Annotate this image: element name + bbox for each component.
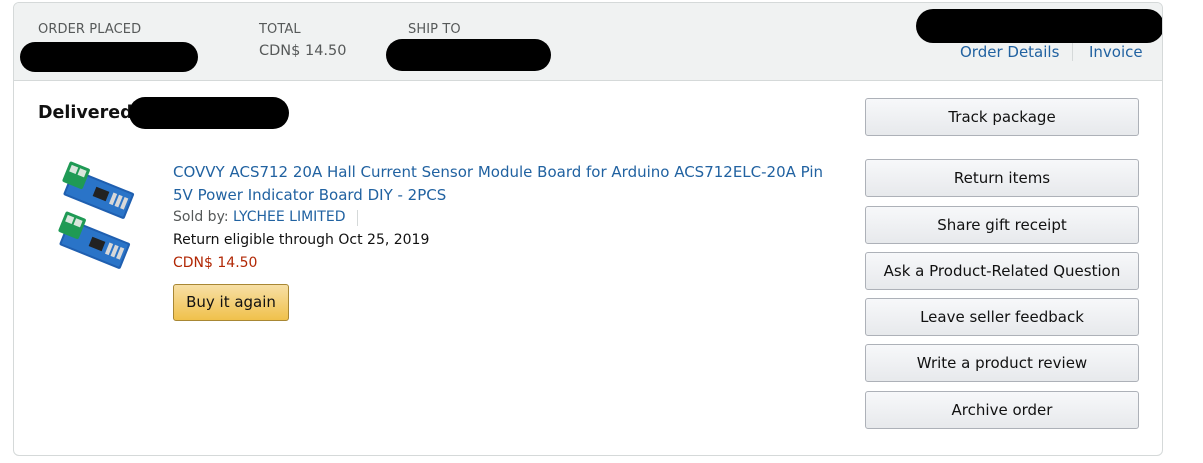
delivery-status-title: Delivered [38, 103, 133, 123]
sold-by-divider [357, 210, 358, 226]
product-title-link[interactable]: COVVY ACS712 20A Hall Current Sensor Mod… [173, 161, 843, 207]
total-value: CDN$ 14.50 [259, 43, 347, 59]
order-details-link[interactable]: Order Details [960, 43, 1059, 61]
ask-question-button[interactable]: Ask a Product-Related Question [865, 252, 1139, 290]
redacted-order-number [916, 9, 1162, 43]
redacted-ship-to [386, 39, 551, 71]
return-eligibility: Return eligible through Oct 25, 2019 [173, 232, 430, 248]
invoice-link[interactable]: Invoice [1089, 43, 1143, 61]
sold-by-label: Sold by: [173, 209, 233, 225]
leave-seller-feedback-button[interactable]: Leave seller feedback [865, 298, 1139, 336]
order-card: ORDER PLACED TOTAL CDN$ 14.50 SHIP TO Or… [13, 2, 1163, 456]
return-items-button[interactable]: Return items [865, 159, 1139, 197]
redacted-order-date [20, 42, 198, 72]
order-header: ORDER PLACED TOTAL CDN$ 14.50 SHIP TO Or… [14, 3, 1162, 81]
write-review-button[interactable]: Write a product review [865, 344, 1139, 382]
seller-link[interactable]: LYCHEE LIMITED [233, 209, 346, 225]
share-gift-receipt-button[interactable]: Share gift receipt [865, 206, 1139, 244]
redacted-delivery-date [129, 97, 289, 129]
header-link-divider [1072, 43, 1073, 61]
ship-to-label: SHIP TO [408, 22, 461, 37]
track-package-button[interactable]: Track package [865, 98, 1139, 136]
product-image[interactable] [54, 159, 136, 277]
order-placed-label: ORDER PLACED [38, 22, 142, 37]
archive-order-button[interactable]: Archive order [865, 391, 1139, 429]
buy-again-button[interactable]: Buy it again [173, 284, 289, 321]
total-label: TOTAL [259, 22, 301, 37]
sold-by: Sold by: LYCHEE LIMITED [173, 209, 346, 225]
item-price: CDN$ 14.50 [173, 255, 258, 271]
